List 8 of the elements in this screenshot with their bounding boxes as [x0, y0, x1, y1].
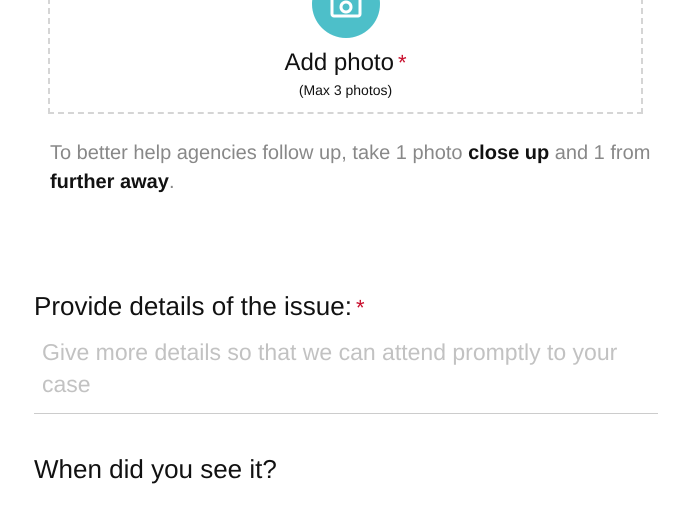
required-mark: * — [398, 50, 406, 75]
max-photos-note: (Max 3 photos) — [298, 81, 392, 100]
date-label: When did you see it? — [34, 454, 278, 486]
add-photo-label: Add photo — [284, 49, 394, 76]
photo-drop-area[interactable]: Add photo * (Max 3 photos) — [48, 0, 643, 114]
required-mark: * — [356, 295, 365, 320]
photo-hint-text: To better help agencies follow up, take 1 photo close up and 1 from further away. — [50, 141, 652, 195]
details-label: Provide details of the issue: — [34, 291, 352, 321]
